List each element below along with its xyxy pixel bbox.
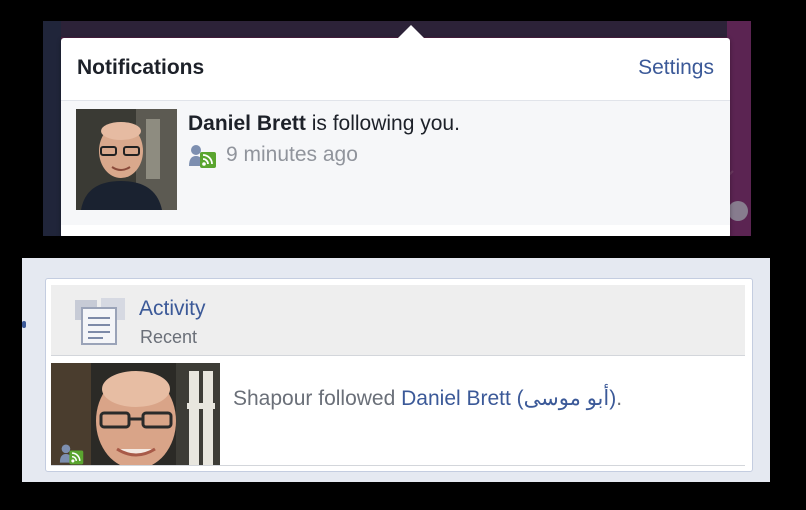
notification-text: Daniel Brett is following you. bbox=[188, 112, 460, 136]
notification-user-link[interactable]: Daniel Brett bbox=[188, 112, 306, 135]
edge-marker bbox=[22, 321, 26, 328]
activity-box: Activity Recent Shapour followed Daniel … bbox=[45, 278, 753, 472]
activity-story: Shapour followed Daniel Brett (أبو موسى)… bbox=[51, 363, 745, 465]
activity-story-suffix: . bbox=[616, 387, 623, 410]
notification-item[interactable]: Daniel Brett is following you. 9 minutes… bbox=[61, 101, 730, 225]
activity-subtitle: Recent bbox=[140, 327, 198, 347]
avatar[interactable] bbox=[76, 109, 177, 210]
activity-user-link[interactable]: Daniel Brett (أبو موسى) bbox=[401, 387, 616, 410]
divider bbox=[51, 465, 745, 466]
activity-story-prefix: Shapour followed bbox=[233, 387, 402, 410]
activity-title[interactable]: Activity bbox=[139, 297, 206, 321]
activity-list-icon bbox=[75, 298, 125, 345]
dropdown-arrow bbox=[397, 25, 425, 39]
notifications-header: Notifications Settings bbox=[61, 38, 730, 101]
settings-link[interactable]: Settings bbox=[638, 56, 714, 80]
activity-header: Activity Recent bbox=[51, 285, 745, 356]
follow-rss-icon bbox=[59, 444, 84, 465]
notifications-dropdown: Notifications Settings Daniel Brett is f… bbox=[61, 25, 730, 236]
notification-action: is following you. bbox=[305, 112, 460, 135]
activity-story-text: Shapour followed Daniel Brett (أبو موسى)… bbox=[233, 386, 622, 411]
activity-screenshot: Activity Recent Shapour followed Daniel … bbox=[22, 258, 770, 482]
notification-timestamp[interactable]: 9 minutes ago bbox=[226, 143, 358, 167]
follow-rss-icon bbox=[189, 145, 216, 168]
notifications-title: Notifications bbox=[77, 56, 205, 79]
notifications-screenshot: Notifications Settings Daniel Brett is f… bbox=[43, 21, 751, 236]
